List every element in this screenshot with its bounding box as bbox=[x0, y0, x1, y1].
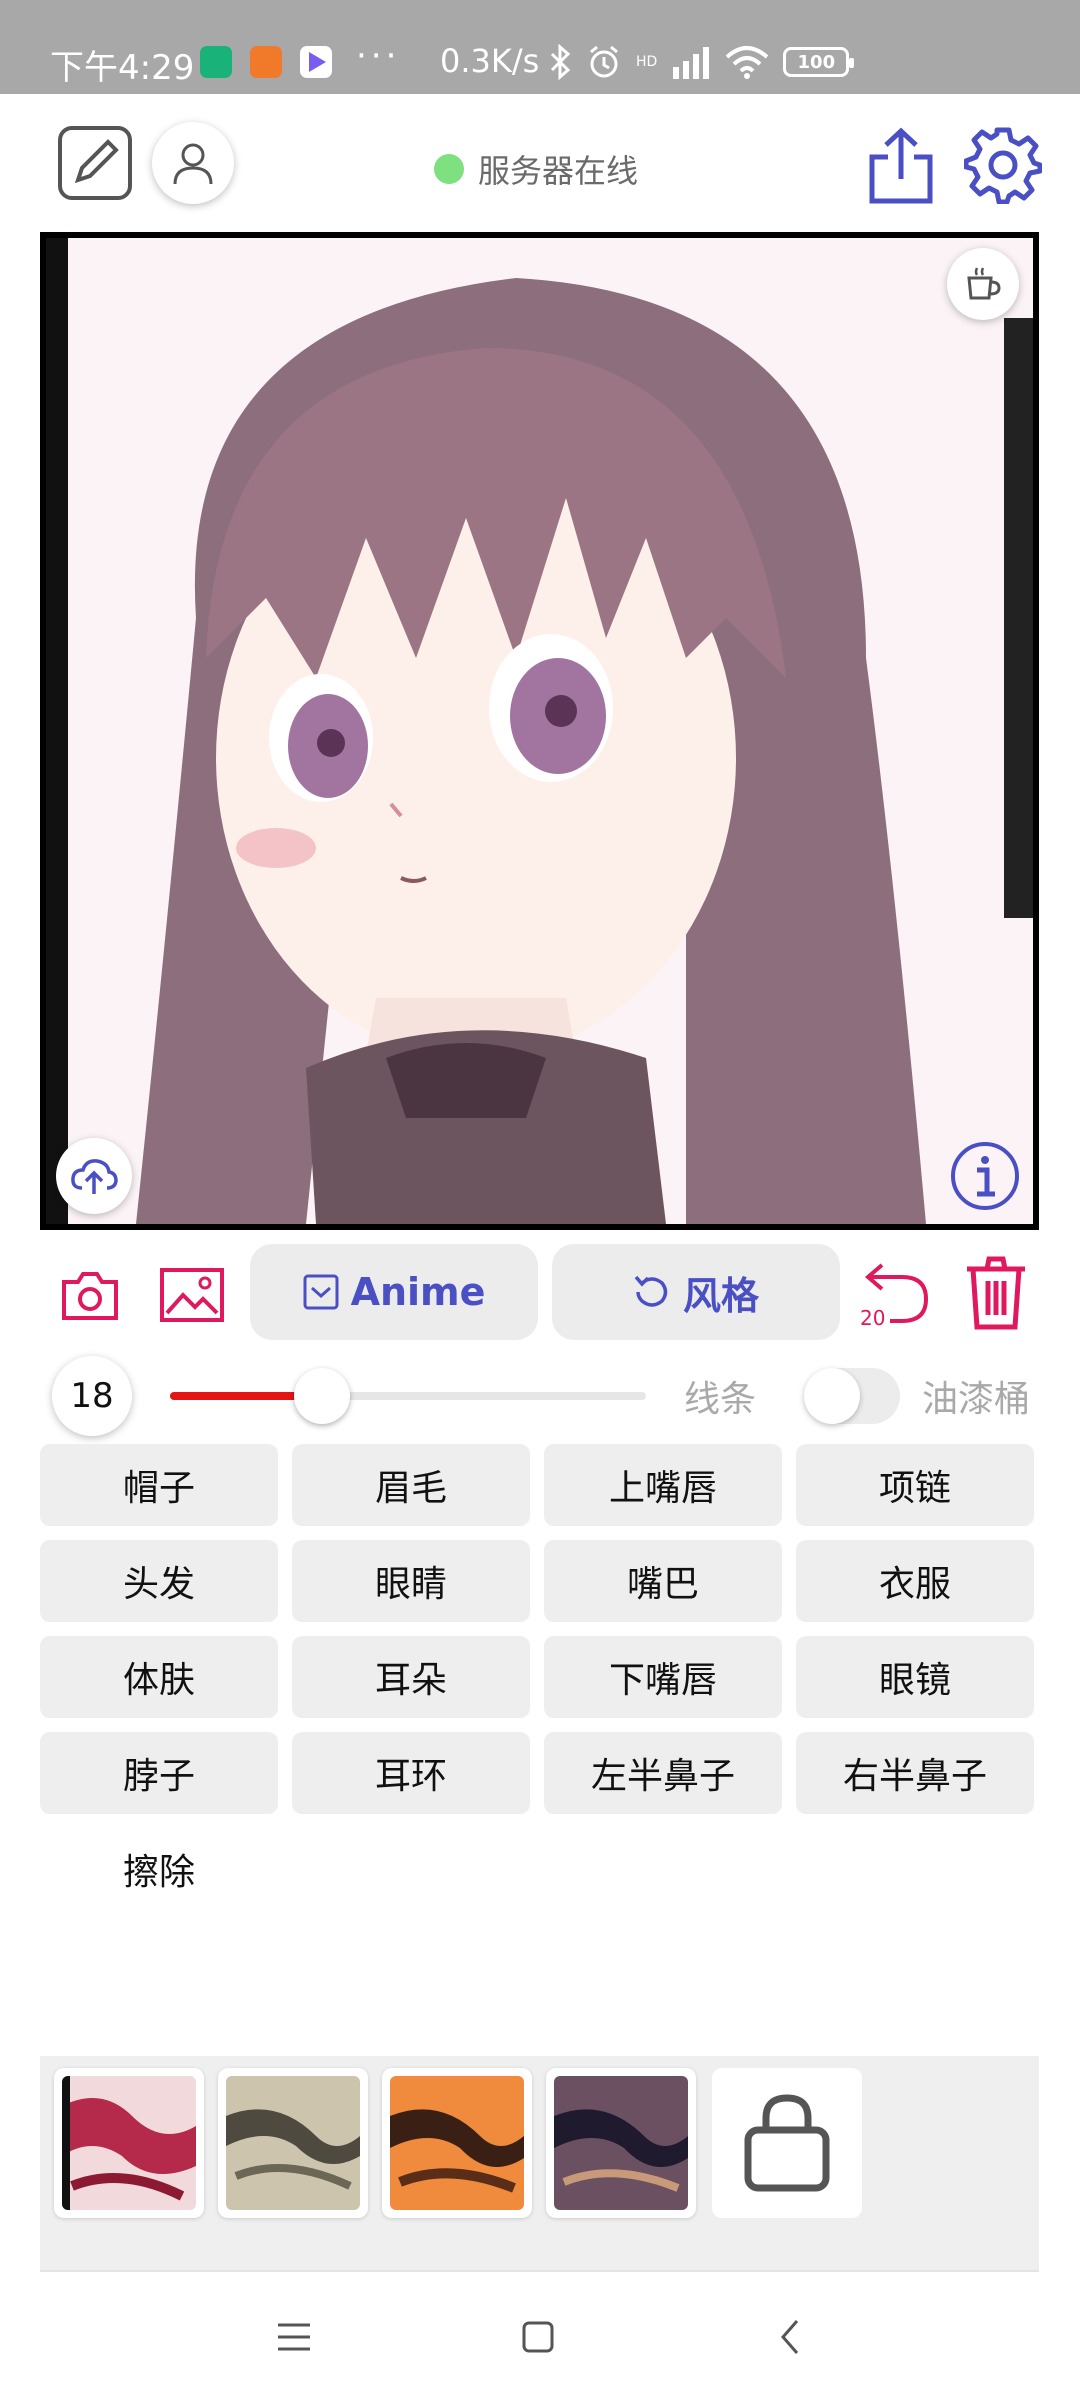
erase-button[interactable]: 擦除 bbox=[40, 1828, 278, 1910]
image-icon bbox=[160, 1268, 224, 1322]
bucket-label: 油漆桶 bbox=[922, 1379, 1031, 1420]
anime-label: Anime bbox=[350, 1270, 486, 1314]
style-swatch-orange bbox=[390, 2076, 524, 2210]
part-button[interactable]: 上嘴唇 bbox=[544, 1444, 782, 1526]
trash-icon bbox=[967, 1256, 1025, 1330]
shield-app-icon bbox=[200, 46, 232, 78]
share-icon bbox=[869, 127, 933, 204]
anime-girl-image bbox=[46, 238, 1033, 1224]
style-thumbnail[interactable] bbox=[54, 2068, 204, 2218]
wifi-icon bbox=[725, 46, 769, 79]
camera-button[interactable] bbox=[54, 1262, 126, 1328]
battery-level: 100 bbox=[797, 51, 836, 73]
brush-size-slider[interactable] bbox=[170, 1392, 646, 1400]
camera-icon bbox=[62, 1272, 118, 1320]
server-status-label: 服务器在线 bbox=[478, 152, 639, 190]
shopping-bag-icon bbox=[744, 2094, 830, 2192]
share-button[interactable] bbox=[864, 126, 938, 206]
undo-button[interactable]: 20 bbox=[856, 1252, 932, 1336]
signal-icon bbox=[673, 47, 710, 79]
part-button[interactable]: 眉毛 bbox=[292, 1444, 530, 1526]
style-swatch-pink bbox=[62, 2076, 196, 2210]
top-toolbar: 服务器在线 bbox=[0, 94, 1080, 234]
anime-button[interactable]: Anime bbox=[250, 1244, 538, 1340]
status-icons: HD 100 bbox=[548, 44, 855, 80]
part-button[interactable]: 项链 bbox=[796, 1444, 1034, 1526]
drawing-canvas[interactable] bbox=[40, 232, 1039, 1230]
part-button[interactable]: 眼睛 bbox=[292, 1540, 530, 1622]
style-thumbnail[interactable] bbox=[382, 2068, 532, 2218]
status-time: 下午4:29 bbox=[50, 48, 195, 88]
style-swatch-brown bbox=[554, 2076, 688, 2210]
home-nav-button[interactable] bbox=[508, 2312, 568, 2362]
back-chevron-icon bbox=[781, 2320, 799, 2354]
net-speed: 0.3K/s bbox=[440, 42, 540, 80]
style-button[interactable]: 风格 bbox=[552, 1244, 840, 1340]
edit-button[interactable] bbox=[56, 124, 134, 202]
upload-button[interactable] bbox=[56, 1138, 132, 1214]
part-button[interactable]: 帽子 bbox=[40, 1444, 278, 1526]
info-button[interactable] bbox=[947, 1138, 1023, 1214]
shopping-app-icon bbox=[250, 46, 282, 78]
info-icon bbox=[951, 1142, 1019, 1210]
style-thumbnail[interactable] bbox=[546, 2068, 696, 2218]
account-button[interactable] bbox=[152, 122, 234, 204]
style-thumbnail-strip bbox=[40, 2056, 1039, 2272]
part-button[interactable]: 体肤 bbox=[40, 1636, 278, 1718]
status-dot bbox=[434, 154, 464, 184]
back-nav-button[interactable] bbox=[760, 2312, 820, 2362]
pencil-square-icon bbox=[58, 126, 132, 200]
part-button[interactable]: 左半鼻子 bbox=[544, 1732, 782, 1814]
undo-count: 20 bbox=[860, 1306, 886, 1330]
settings-button[interactable] bbox=[962, 124, 1044, 206]
part-button[interactable]: 衣服 bbox=[796, 1540, 1034, 1622]
menu-nav-button[interactable] bbox=[264, 2312, 324, 2362]
battery-icon: 100 bbox=[783, 47, 855, 77]
bluetooth-icon bbox=[550, 44, 571, 80]
hd-badge: HD bbox=[636, 54, 658, 70]
menu-icon bbox=[278, 2323, 310, 2351]
style-swatch-beige bbox=[226, 2076, 360, 2210]
parts-grid: 帽子 眉毛 上嘴唇 项链 头发 眼睛 嘴巴 衣服 体肤 耳朵 下嘴唇 眼镜 脖子… bbox=[40, 1444, 1040, 1910]
rotate-icon bbox=[634, 1275, 668, 1307]
brush-size-value: 18 bbox=[52, 1356, 132, 1436]
part-button[interactable]: 脖子 bbox=[40, 1732, 278, 1814]
alarm-icon bbox=[590, 45, 618, 78]
action-row: Anime 风格 20 bbox=[0, 1240, 1080, 1350]
part-button[interactable]: 耳环 bbox=[292, 1732, 530, 1814]
slider-thumb[interactable] bbox=[294, 1368, 351, 1424]
status-bar: 下午4:29 ··· 0.3K/s HD 100 bbox=[0, 0, 1080, 94]
system-nav-bar bbox=[0, 2272, 1080, 2400]
more-notifications: ··· bbox=[356, 36, 401, 76]
checkbox-mail-icon bbox=[303, 1274, 339, 1310]
square-home-icon bbox=[522, 2321, 554, 2353]
style-shop-button[interactable] bbox=[712, 2068, 862, 2218]
part-button[interactable]: 右半鼻子 bbox=[796, 1732, 1034, 1814]
part-button[interactable]: 头发 bbox=[40, 1540, 278, 1622]
part-button[interactable]: 嘴巴 bbox=[544, 1540, 782, 1622]
play-app-icon bbox=[300, 46, 332, 78]
part-button[interactable]: 眼镜 bbox=[796, 1636, 1034, 1718]
bucket-toggle[interactable] bbox=[804, 1368, 900, 1424]
user-icon bbox=[173, 143, 213, 185]
delete-button[interactable] bbox=[960, 1252, 1032, 1334]
brush-controls: 18 线条 油漆桶 bbox=[0, 1356, 1080, 1436]
part-button[interactable]: 耳朵 bbox=[292, 1636, 530, 1718]
gallery-button[interactable] bbox=[156, 1262, 228, 1328]
coffee-cup-icon bbox=[967, 267, 1001, 300]
part-button[interactable]: 下嘴唇 bbox=[544, 1636, 782, 1718]
toggle-knob bbox=[804, 1368, 860, 1424]
server-status: 服务器在线 bbox=[434, 146, 638, 192]
line-label: 线条 bbox=[684, 1379, 757, 1420]
coffee-button[interactable] bbox=[947, 248, 1019, 320]
cloud-upload-icon bbox=[71, 1159, 118, 1194]
gear-icon bbox=[964, 127, 1042, 204]
style-label: 风格 bbox=[682, 1273, 759, 1318]
style-thumbnail[interactable] bbox=[218, 2068, 368, 2218]
